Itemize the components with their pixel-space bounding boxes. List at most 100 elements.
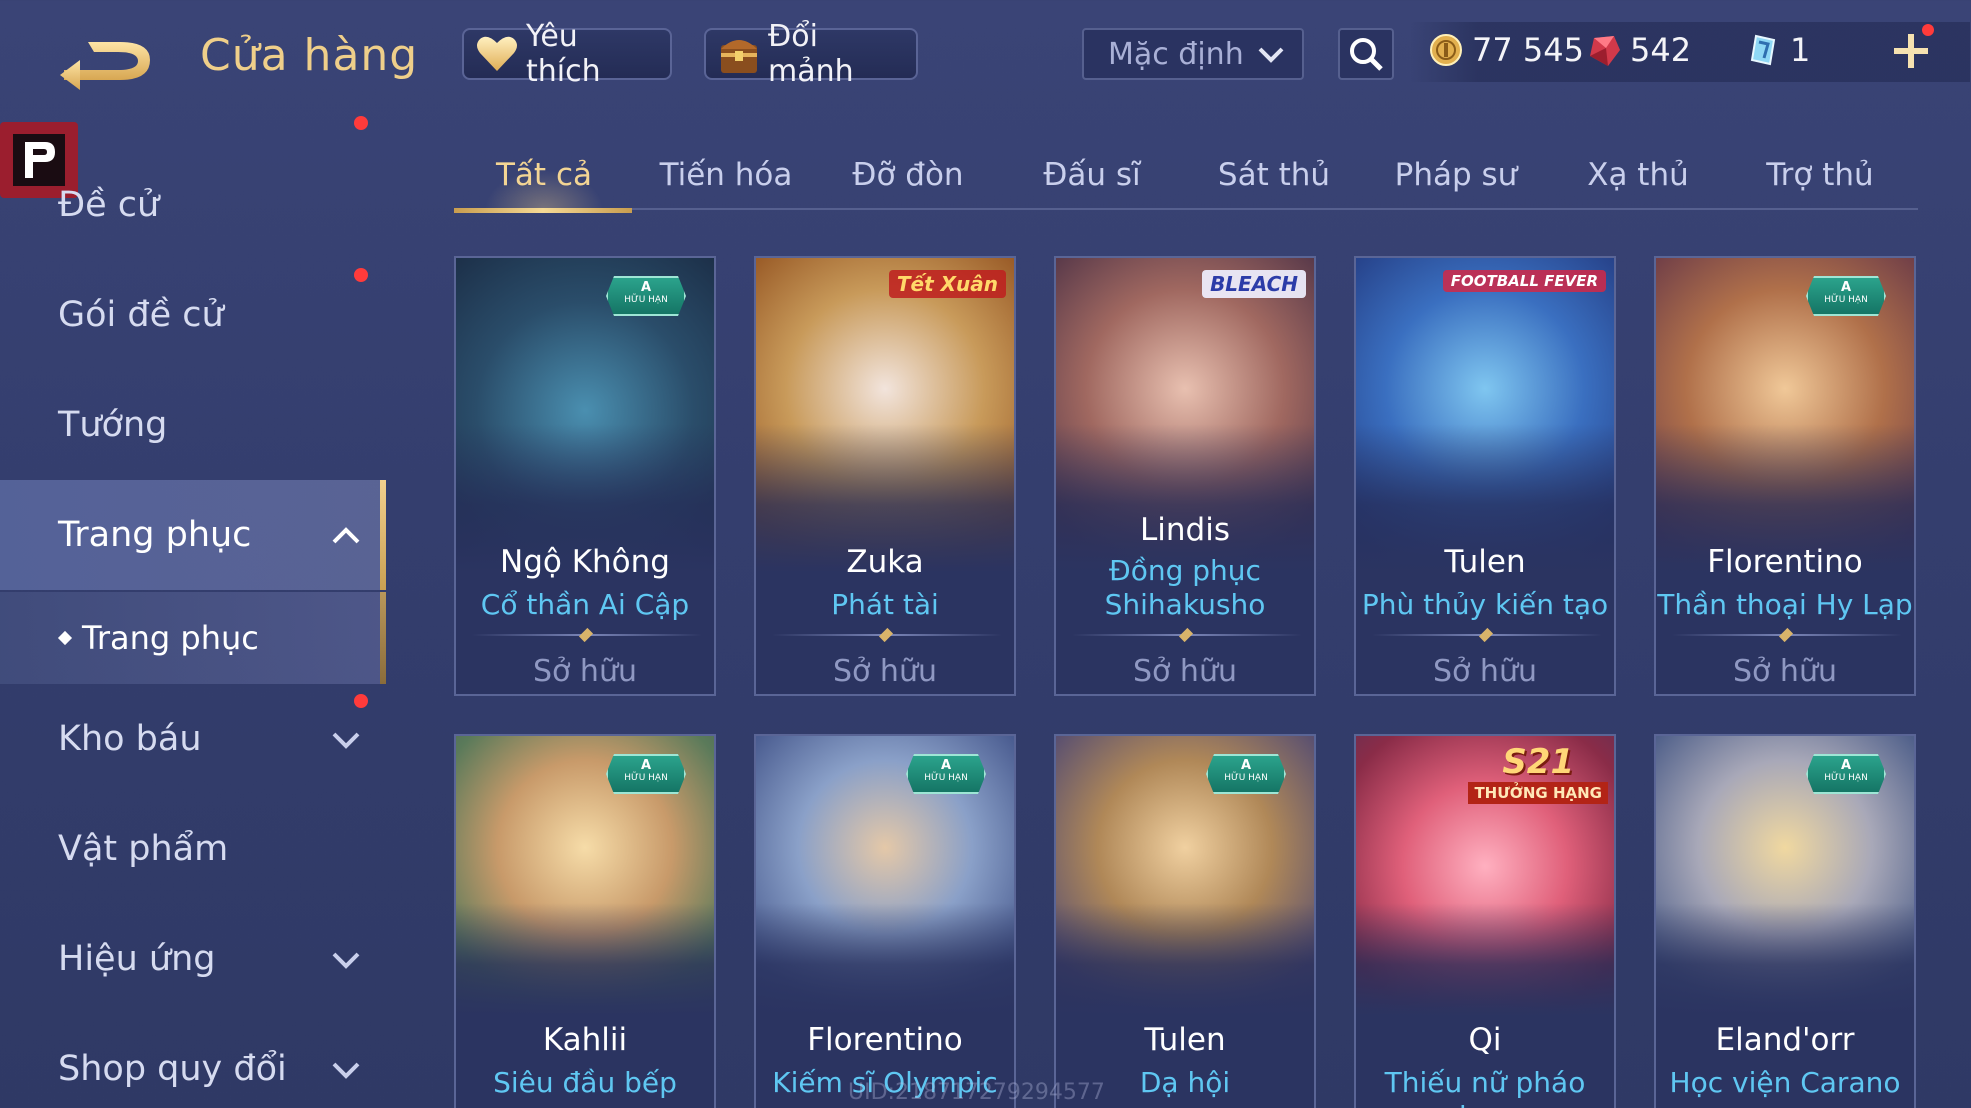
sidebar-item-label: Kho báu (58, 719, 202, 759)
skin-name: Thần thoại Hy Lạp (1657, 588, 1913, 621)
heart-icon (477, 36, 517, 71)
tab-label: Sát thủ (1217, 157, 1331, 193)
sidebar-item-label: Tướng (58, 405, 168, 445)
skin-card[interactable]: A HỮU HẠN Kahlii Siêu đầu bếp (454, 734, 716, 1108)
sort-value: Mặc định (1108, 36, 1244, 72)
sidebar-item-recommended[interactable]: Đề cử (0, 150, 386, 260)
sidebar-item-treasure[interactable]: Kho báu (0, 684, 386, 794)
swap-fragments-button[interactable]: Đổi mảnh (704, 19, 918, 89)
tab-mage[interactable]: Pháp sư (1366, 140, 1546, 210)
tab-label: Trợ thủ (1766, 157, 1874, 193)
owned-status: Sở hữu (833, 654, 937, 689)
hero-name: Kahlii (542, 1022, 628, 1058)
sidebar-item-label: Trang phục (58, 515, 252, 555)
sidebar-subitem-skins[interactable]: Trang phục (0, 592, 386, 684)
page-title: Cửa hàng (200, 30, 419, 81)
tab-fighter[interactable]: Đấu sĩ (1002, 140, 1182, 210)
sidebar-subitem-label: Trang phục (82, 619, 259, 657)
limited-badge: A HỮU HẠN (1806, 276, 1886, 316)
skin-name: Học viện Carano (1669, 1066, 1901, 1099)
notification-dot (354, 694, 368, 708)
hero-name: Ngộ Không (500, 544, 670, 580)
tab-label: Tiến hóa (659, 157, 793, 193)
limited-badge: A HỮU HẠN (906, 754, 986, 794)
skin-card[interactable]: A HỮU HẠN Ngộ Không Cổ thần Ai Cập Sở hữu (454, 256, 716, 696)
tab-label: Tất cả (496, 157, 592, 193)
bleach-collab-badge: BLEACH (1202, 270, 1306, 298)
hero-name: Qi (1468, 1022, 1502, 1058)
gold-balance: 77 545 (1428, 30, 1584, 70)
chevron-down-icon (1258, 47, 1284, 63)
hero-name: Zuka (846, 544, 924, 580)
notification-dot (1922, 24, 1934, 36)
sidebar-item-items[interactable]: Vật phẩm (0, 794, 386, 904)
favorites-button[interactable]: Yêu thích (462, 19, 672, 89)
skin-name: Đồng phục Shihakusho (1104, 554, 1266, 621)
skin-card[interactable]: A HỮU HẠN Eland'orr Học viện Carano (1654, 734, 1916, 1108)
back-arrow-icon (60, 42, 150, 90)
favorites-label: Yêu thích (526, 19, 601, 89)
skin-card[interactable]: A HỮU HẠN Tulen Dạ hội (1054, 734, 1316, 1108)
tab-tank[interactable]: Đỡ đòn (818, 140, 998, 210)
tab-label: Pháp sư (1394, 157, 1518, 193)
skin-card[interactable]: Tết Xuân Zuka Phát tài Sở hữu (754, 256, 1016, 696)
chevron-down-icon (332, 1062, 360, 1079)
chevron-up-icon (332, 527, 360, 544)
uid-watermark: UID:218717279294577 (848, 1080, 1105, 1105)
sidebar-item-bundles[interactable]: Gói đề cử (0, 116, 386, 370)
sidebar-item-heroes[interactable]: Tướng (0, 370, 386, 480)
treasure-chest-icon (721, 40, 757, 73)
skin-card[interactable]: A HỮU HẠN Florentino Kiếm sĩ Olympic (754, 734, 1016, 1108)
hero-name: Florentino (807, 1022, 963, 1058)
skin-card[interactable]: A HỮU HẠN Florentino Thần thoại Hy Lạp Sở… (1654, 256, 1916, 696)
tab-assassin[interactable]: Sát thủ (1184, 140, 1364, 210)
sidebar-item-label: Hiệu ứng (58, 939, 216, 979)
tab-support[interactable]: Trợ thủ (1730, 140, 1910, 210)
sidebar-item-exchange-shop[interactable]: Shop quy đổi (0, 1014, 386, 1108)
tab-marksman[interactable]: Xạ thủ (1548, 140, 1728, 210)
hero-name: Florentino (1707, 544, 1863, 580)
limited-badge: A HỮU HẠN (606, 754, 686, 794)
category-tabs: Tất cả Tiến hóa Đỡ đòn Đấu sĩ Sát thủ Ph… (454, 140, 1918, 213)
owned-status: Sở hữu (1133, 654, 1237, 689)
hero-name: Tulen (1144, 1022, 1226, 1058)
sort-dropdown[interactable]: Mặc định (1082, 28, 1304, 80)
ruby-gem-icon (1590, 36, 1620, 66)
back-button[interactable] (58, 32, 158, 92)
sidebar-item-skins[interactable]: Trang phục (0, 480, 386, 590)
sidebar-item-label: Shop quy đổi (58, 1049, 287, 1089)
season-rank-badge: S21 THƯỞNG HẠNG (1468, 742, 1608, 804)
skin-name: Siêu đầu bếp (493, 1066, 677, 1099)
tab-label: Đỡ đòn (852, 157, 964, 193)
bullet-icon (57, 630, 73, 646)
sidebar-item-label: Gói đề cử (58, 295, 224, 335)
skin-card[interactable]: S21 THƯỞNG HẠNG Qi Thiếu nữ pháo hoa (1354, 734, 1616, 1108)
gold-coin-icon (1430, 34, 1462, 66)
limited-badge: A HỮU HẠN (606, 276, 686, 316)
skin-name: Thiếu nữ pháo hoa (1384, 1066, 1586, 1108)
sidebar: Đề cử Gói đề cử Tướng Trang phục Trang p… (0, 116, 386, 1108)
skin-card[interactable]: BLEACH Lindis Đồng phục Shihakusho Sở hữ… (1054, 256, 1316, 696)
plus-icon (1894, 34, 1928, 68)
chevron-down-icon (332, 952, 360, 969)
tab-label: Xạ thủ (1587, 157, 1689, 193)
add-currency-button[interactable] (1890, 30, 1932, 72)
skin-card[interactable]: FOOTBALL FEVER Tulen Phù thủy kiến tạo S… (1354, 256, 1616, 696)
gold-amount: 77 545 (1472, 31, 1584, 69)
football-event-badge: FOOTBALL FEVER (1442, 270, 1606, 292)
hero-name: Tulen (1444, 544, 1526, 580)
tab-all[interactable]: Tất cả (454, 140, 634, 213)
search-button[interactable] (1338, 28, 1394, 80)
sidebar-item-effects[interactable]: Hiệu ứng (0, 904, 386, 1014)
chevron-down-icon (332, 732, 360, 749)
sidebar-item-label: Vật phẩm (58, 829, 229, 869)
tab-evolution[interactable]: Tiến hóa (636, 140, 816, 210)
owned-status: Sở hữu (1433, 654, 1537, 689)
ruby-amount: 542 (1630, 31, 1692, 69)
ticket-amount: 1 (1790, 31, 1811, 69)
swap-label: Đổi mảnh (768, 19, 854, 89)
limited-badge: A HỮU HẠN (1206, 754, 1286, 794)
crystal-ticket-icon (1750, 34, 1776, 66)
ticket-balance: 1 (1746, 30, 1810, 70)
skin-name: Cổ thần Ai Cập (480, 588, 690, 621)
